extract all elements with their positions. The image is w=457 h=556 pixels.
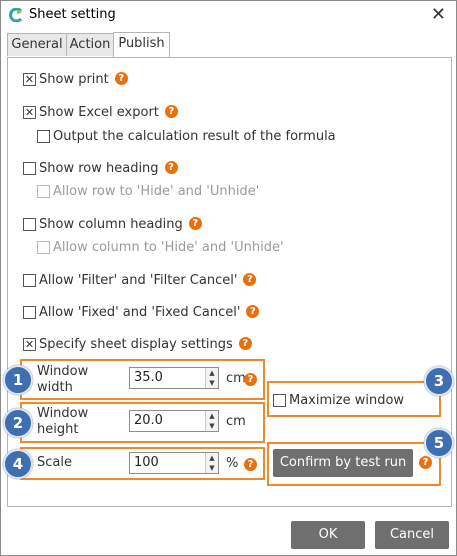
show-column-heading-option[interactable]: Show column heading? [23,216,202,234]
spin-up-icon: ▲ [209,454,215,462]
help-icon[interactable]: ? [244,458,257,471]
callout-badge-2: 2 [3,408,33,438]
scale-label: Scale [37,455,72,470]
window-width-label: Window width [37,364,89,395]
scale-input[interactable]: 100 ▲ ▼ [129,452,219,474]
window-width-input[interactable]: 35.0 ▲ ▼ [129,367,219,389]
window-height-spinner[interactable]: ▲ ▼ [205,411,218,431]
show-print-option[interactable]: ✕ Show print? [23,71,128,89]
output-calc-result-option[interactable]: Output the calculation result of the for… [37,128,336,146]
close-icon[interactable]: ✕ [431,4,446,25]
allow-column-hide-label: Allow column to 'Hide' and 'Unhide' [53,240,284,255]
callout-badge-4: 4 [3,449,33,479]
sheet-setting-dialog: Sheet setting ✕ General Action Publish ✕… [0,0,457,556]
spin-down-icon: ▼ [209,422,215,430]
specify-display-checkbox[interactable]: ✕ [23,337,36,351]
window-height-unit: cm [226,414,246,429]
callout-badge-5: 5 [424,428,454,458]
allow-filter-option[interactable]: Allow 'Filter' and 'Filter Cancel'? [23,272,257,290]
help-icon[interactable]: ? [419,456,432,469]
help-icon[interactable]: ? [164,104,178,118]
help-icon[interactable]: ? [246,304,260,318]
allow-column-hide-option: Allow column to 'Hide' and 'Unhide' [37,239,284,257]
help-icon[interactable]: ? [114,71,128,85]
ok-button[interactable]: OK [291,521,365,549]
app-logo-icon [9,8,23,22]
window-width-unit: cm [226,371,246,386]
specify-display-label: Specify sheet display settings [39,337,233,352]
tab-publish[interactable]: Publish [113,32,170,57]
show-excel-export-option[interactable]: ✕ Show Excel export? [23,104,178,122]
maximize-window-label: Maximize window [289,393,405,408]
allow-row-hide-checkbox [37,184,50,198]
allow-fixed-checkbox[interactable] [23,305,36,319]
title-bar: Sheet setting ✕ [1,1,456,29]
maximize-window-checkbox[interactable] [273,393,286,407]
window-height-input[interactable]: 20.0 ▲ ▼ [129,410,219,432]
confirm-by-test-run-button[interactable]: Confirm by test run [273,449,413,477]
allow-row-hide-label: Allow row to 'Hide' and 'Unhide' [53,184,260,199]
allow-column-hide-checkbox [37,240,50,254]
dialog-title: Sheet setting [29,7,116,22]
cancel-button[interactable]: Cancel [375,521,449,549]
spin-up-icon: ▲ [209,412,215,420]
scale-unit: % [226,456,239,471]
tab-general[interactable]: General [7,33,67,56]
output-calc-result-label: Output the calculation result of the for… [53,129,336,144]
window-width-spinner[interactable]: ▲ ▼ [205,368,218,388]
help-icon[interactable]: ? [243,272,257,286]
allow-fixed-label: Allow 'Fixed' and 'Fixed Cancel' [39,305,241,320]
show-print-label: Show print [39,72,109,87]
allow-fixed-option[interactable]: Allow 'Fixed' and 'Fixed Cancel'? [23,304,260,322]
help-icon[interactable]: ? [188,216,202,230]
output-calc-result-checkbox[interactable] [37,129,50,143]
help-icon[interactable]: ? [238,336,252,350]
show-print-checkbox[interactable]: ✕ [23,72,36,86]
callout-badge-3: 3 [424,366,454,396]
tab-action[interactable]: Action [66,33,114,56]
show-row-heading-option[interactable]: Show row heading? [23,160,178,178]
show-excel-export-label: Show Excel export [39,105,159,120]
show-row-heading-checkbox[interactable] [23,161,36,175]
show-column-heading-label: Show column heading [39,217,183,232]
maximize-window-option[interactable]: Maximize window [273,392,404,410]
spin-up-icon: ▲ [209,369,215,377]
scale-spinner[interactable]: ▲ ▼ [205,453,218,473]
allow-filter-label: Allow 'Filter' and 'Filter Cancel' [39,273,238,288]
specify-display-option[interactable]: ✕ Specify sheet display settings? [23,336,252,354]
show-row-heading-label: Show row heading [39,161,159,176]
help-icon[interactable]: ? [244,373,257,386]
help-icon[interactable]: ? [164,160,178,174]
window-height-label: Window height [37,406,89,437]
show-column-heading-checkbox[interactable] [23,217,36,231]
allow-filter-checkbox[interactable] [23,273,36,287]
spin-down-icon: ▼ [209,464,215,472]
spin-down-icon: ▼ [209,379,215,387]
allow-row-hide-option: Allow row to 'Hide' and 'Unhide' [37,183,259,201]
callout-badge-1: 1 [3,365,33,395]
show-excel-export-checkbox[interactable]: ✕ [23,105,36,119]
